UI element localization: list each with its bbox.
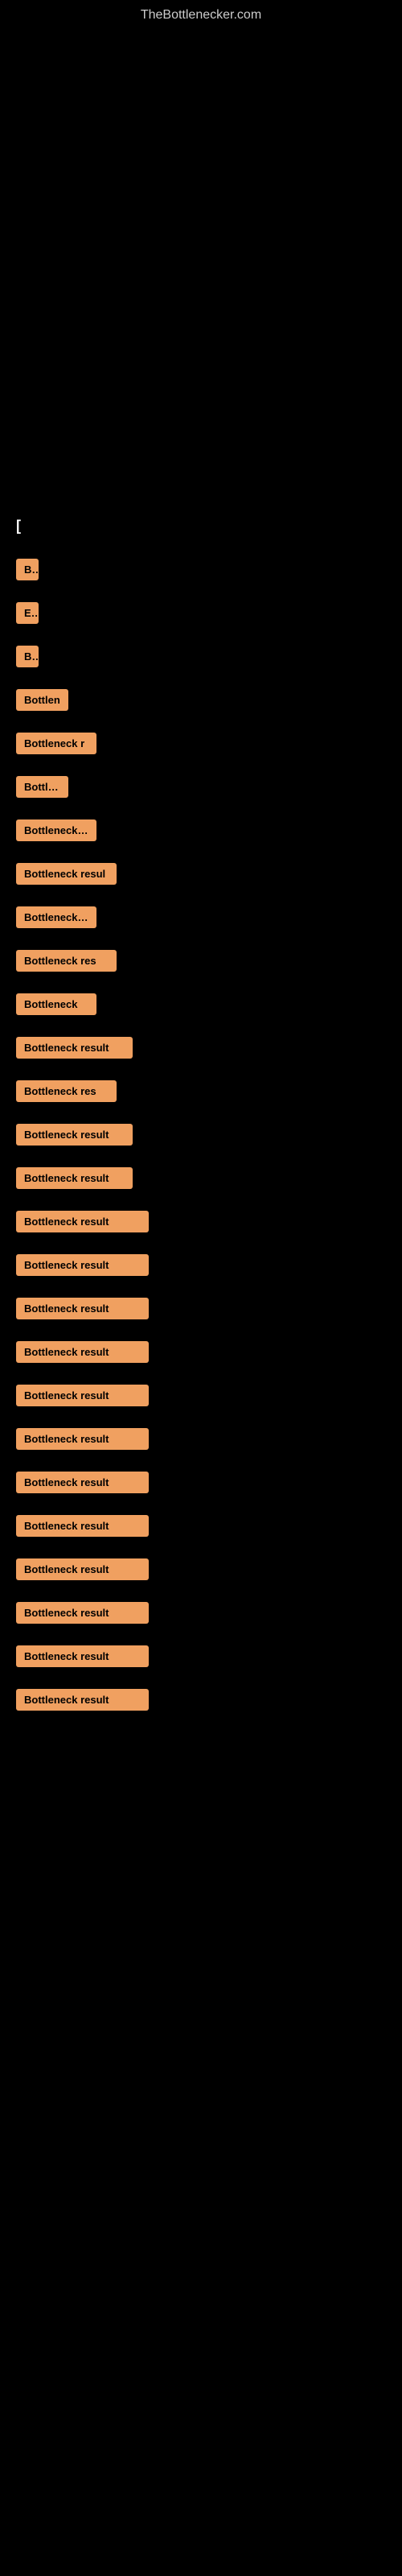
bottleneck-badge[interactable]: Bottleneck result — [16, 1167, 133, 1189]
list-item: Bottleneck result — [16, 1385, 386, 1410]
bottleneck-badge[interactable]: Bottleneck ra — [16, 906, 96, 928]
bottleneck-badge[interactable]: Bottleneck r — [16, 733, 96, 754]
site-title: TheBottlenecker.com — [0, 0, 402, 27]
list-item: Bottleneck result — [16, 1211, 386, 1236]
list-item: Bottleneck res — [16, 950, 386, 976]
bottleneck-badge[interactable]: B4 — [16, 559, 39, 580]
bottleneck-badge[interactable]: Bottleneck result — [16, 1124, 133, 1146]
bottleneck-badge[interactable]: Bottleneck result — [16, 1211, 149, 1232]
main-container: [ B4 E B4 Bottlen Bottleneck r Bottlene Bottle… — [0, 27, 402, 1748]
bottleneck-badge[interactable]: Bottleneck result — [16, 1558, 149, 1580]
bottleneck-badge[interactable]: Bottlen — [16, 689, 68, 711]
site-title-bar: TheBottlenecker.com — [0, 0, 402, 27]
bottleneck-badge[interactable]: Bottleneck — [16, 993, 96, 1015]
list-item: Bottleneck ra — [16, 906, 386, 932]
items-section: B4 E B4 Bottlen Bottleneck r Bottlene Bottlene… — [12, 551, 390, 1740]
list-item: Bottleneck r — [16, 733, 386, 758]
bottleneck-badge[interactable]: Bottleneck result — [16, 1298, 149, 1319]
bottleneck-badge[interactable]: Bottleneck result — [16, 1689, 149, 1711]
list-item: B4 — [16, 646, 386, 671]
list-item: Bottlen — [16, 689, 386, 715]
list-item: Bottleneck result — [16, 1689, 386, 1715]
bottleneck-badge[interactable]: Bottleneck resul — [16, 863, 117, 885]
list-item: Bottleneck result — [16, 1602, 386, 1628]
bottleneck-badge[interactable]: Bottleneck result — [16, 1254, 149, 1276]
bottleneck-badge[interactable]: Bottleneck result — [16, 1472, 149, 1493]
bottleneck-badge[interactable]: Bottleneck re — [16, 819, 96, 841]
list-item: Bottleneck result — [16, 1298, 386, 1323]
section-header: [ — [16, 518, 390, 535]
bottleneck-badge[interactable]: B4 — [16, 646, 39, 667]
bottleneck-badge[interactable]: Bottleneck result — [16, 1385, 149, 1406]
list-item: Bottleneck result — [16, 1428, 386, 1454]
list-item: Bottleneck result — [16, 1515, 386, 1541]
list-item: Bottleneck resul — [16, 863, 386, 889]
list-item: Bottleneck result — [16, 1167, 386, 1193]
list-item: Bottleneck result — [16, 1037, 386, 1063]
bottleneck-badge[interactable]: Bottlene — [16, 776, 68, 798]
bottleneck-badge[interactable]: Bottleneck res — [16, 1080, 117, 1102]
list-item: Bottleneck result — [16, 1254, 386, 1280]
bottleneck-badge[interactable]: Bottleneck result — [16, 1428, 149, 1450]
bottleneck-badge[interactable]: Bottleneck result — [16, 1602, 149, 1624]
bottleneck-badge[interactable]: E — [16, 602, 39, 624]
list-item: Bottleneck result — [16, 1558, 386, 1584]
bottleneck-badge[interactable]: Bottleneck result — [16, 1341, 149, 1363]
list-item: Bottleneck result — [16, 1645, 386, 1671]
list-item: Bottleneck result — [16, 1124, 386, 1150]
list-item: Bottleneck — [16, 993, 386, 1019]
list-item: Bottleneck result — [16, 1341, 386, 1367]
list-item: E — [16, 602, 386, 628]
list-item: Bottleneck result — [16, 1472, 386, 1497]
list-item: Bottleneck re — [16, 819, 386, 845]
list-item: B4 — [16, 559, 386, 584]
bottleneck-badge[interactable]: Bottleneck res — [16, 950, 117, 972]
list-item: Bottlene — [16, 776, 386, 802]
bottleneck-badge[interactable]: Bottleneck result — [16, 1037, 133, 1059]
list-item: Bottleneck res — [16, 1080, 386, 1106]
bottleneck-badge[interactable]: Bottleneck result — [16, 1645, 149, 1667]
bottleneck-badge[interactable]: Bottleneck result — [16, 1515, 149, 1537]
